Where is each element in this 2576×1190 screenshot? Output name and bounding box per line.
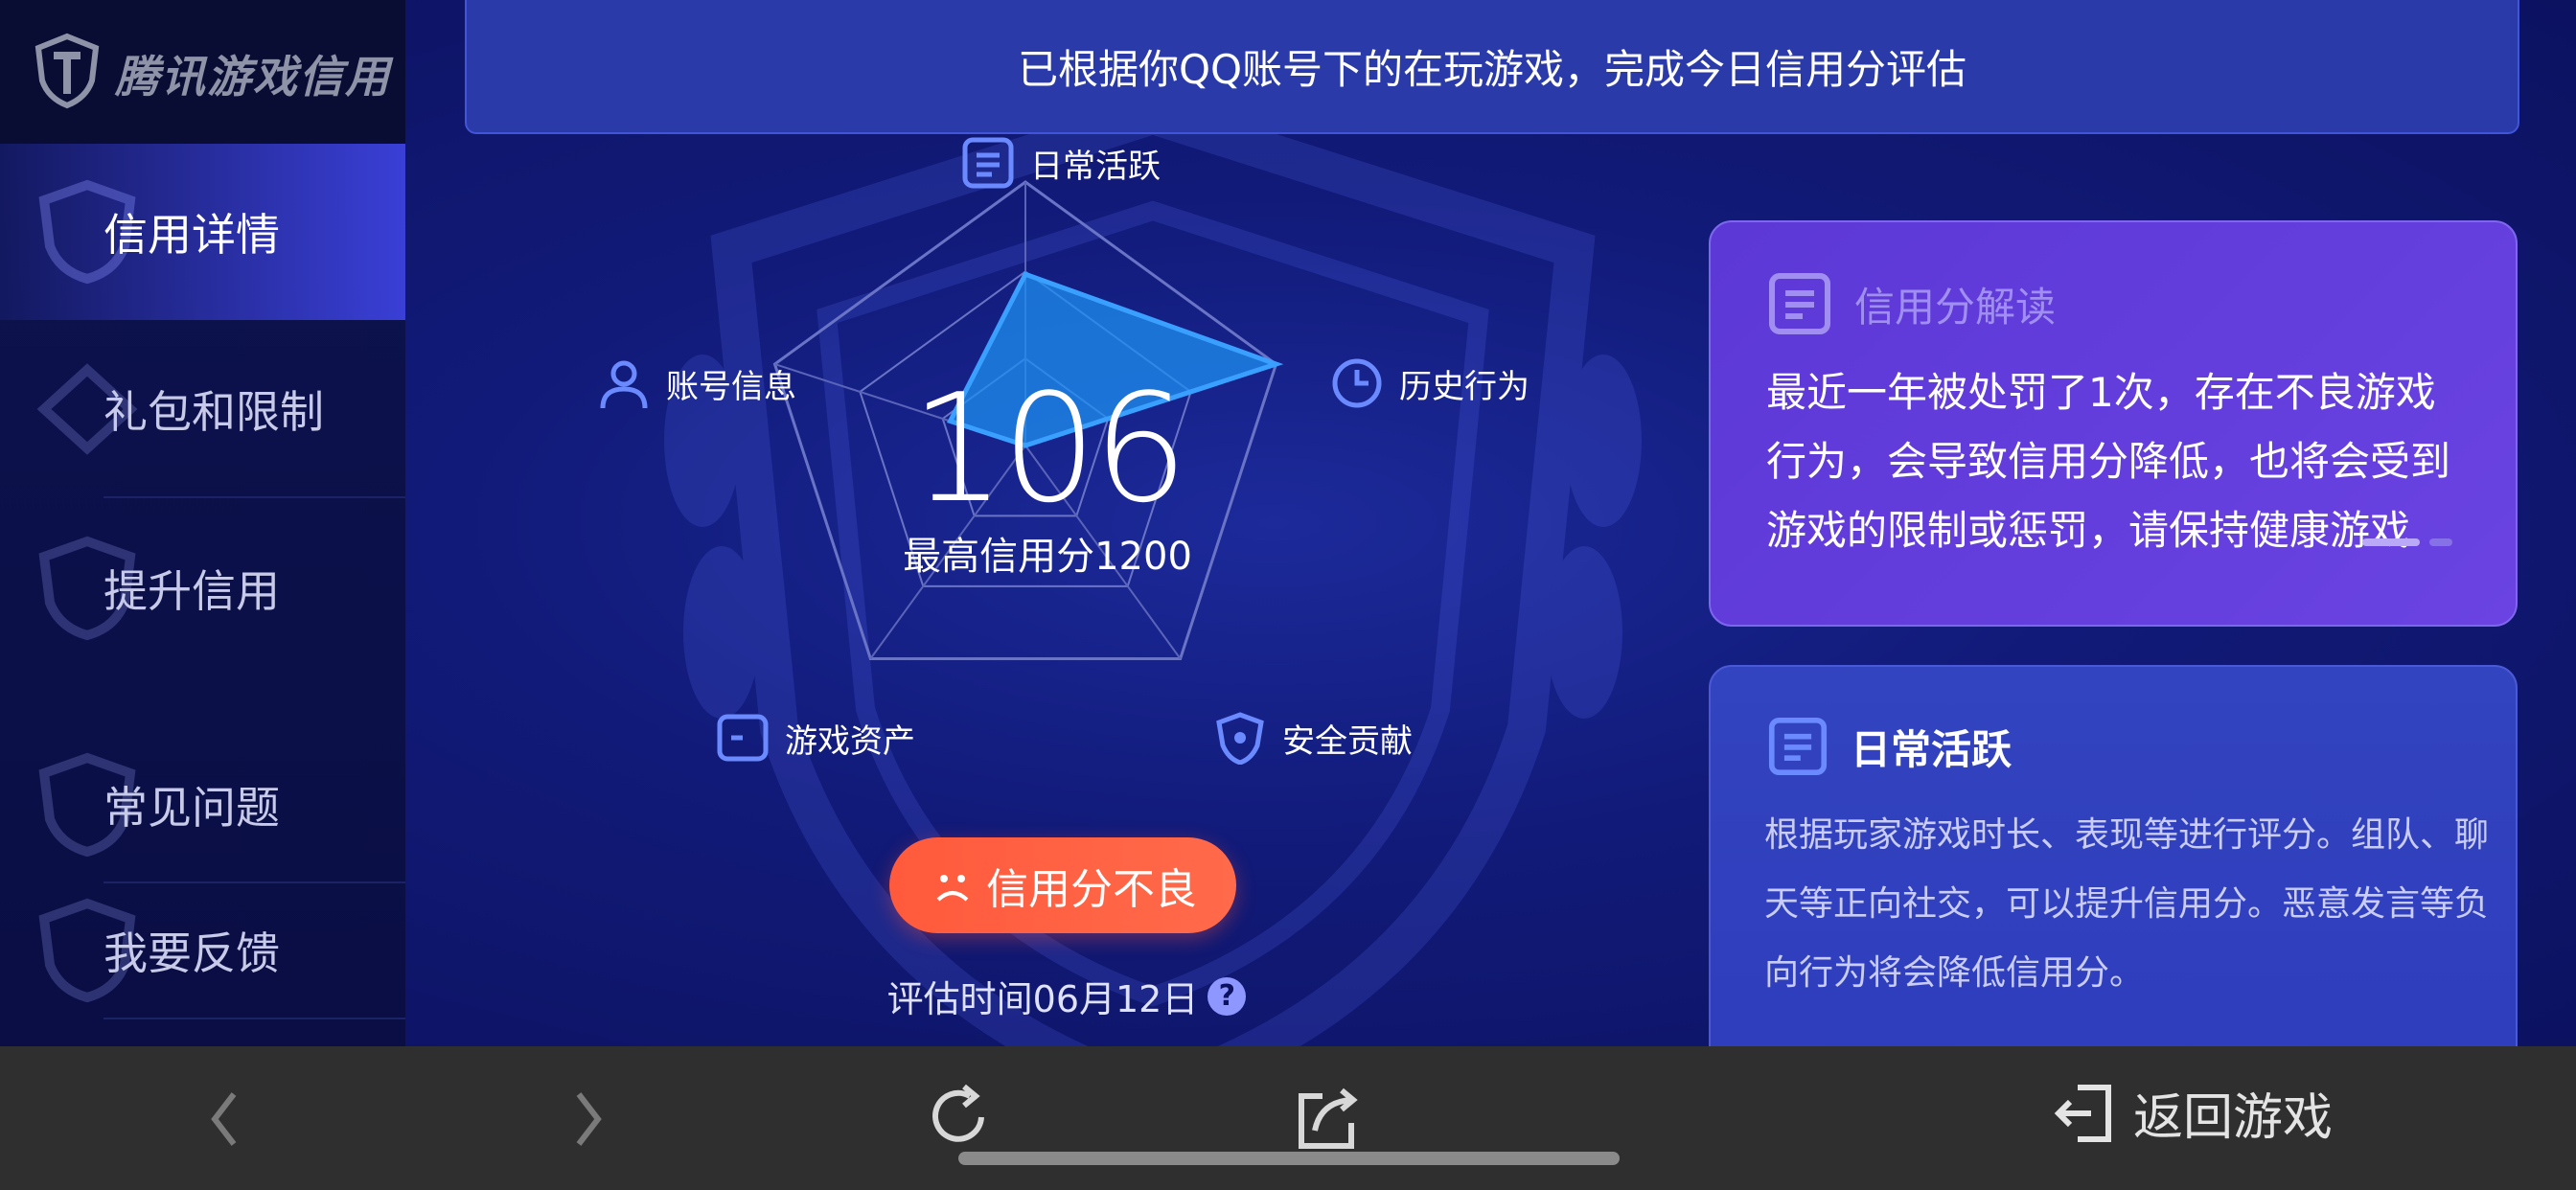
document-icon	[1769, 273, 1830, 334]
forward-arrow-icon[interactable]	[565, 1081, 611, 1157]
sidebar-item-improve-credit[interactable]: 提升信用	[0, 500, 405, 676]
credit-score: 106	[910, 361, 1188, 536]
dimension-detail-card: 日常活跃 根据玩家游戏时长、表现等进行评分。组队、聊天等正向社交，可以提升信用分…	[1709, 665, 2518, 1046]
assessment-banner: 已根据你QQ账号下的在玩游戏，完成今日信用分评估	[465, 0, 2519, 134]
back-arrow-icon[interactable]	[201, 1081, 247, 1157]
help-icon[interactable]: ?	[1208, 976, 1247, 1016]
pagination-dots[interactable]	[2362, 538, 2452, 546]
sidebar-item-feedback[interactable]: 我要反馈	[0, 883, 405, 1018]
sidebar-item-faq[interactable]: 常见问题	[0, 728, 405, 881]
sidebar-item-label: 常见问题	[104, 782, 280, 834]
brand-name: 腾讯游戏信用	[115, 51, 391, 103]
radar-label-history: 历史行为	[1330, 356, 1530, 410]
document-icon	[962, 137, 1014, 189]
sidebar-item-label: 提升信用	[104, 565, 280, 617]
page-dot-active[interactable]	[2362, 538, 2420, 546]
brand-header: 腾讯游戏信用	[0, 0, 405, 144]
radar-label-account-info: 账号信息	[597, 356, 796, 410]
sidebar-item-credit-details[interactable]: 信用详情	[0, 144, 405, 320]
radar-label-security: 安全贡献	[1213, 711, 1413, 765]
sidebar-item-gifts-and-limits[interactable]: 礼包和限制	[0, 321, 405, 497]
exit-icon	[2054, 1084, 2111, 1142]
radar-label-daily-active: 日常活跃	[961, 136, 1161, 190]
sidebar-divider	[104, 496, 405, 498]
card-title: 日常活跃	[1768, 717, 2012, 776]
sidebar-item-label: 信用详情	[104, 209, 280, 261]
radar-label-game-assets: 游戏资产	[716, 711, 915, 765]
clock-icon	[1332, 358, 1382, 408]
max-score-label: 最高信用分1200	[903, 535, 1192, 579]
page-dot[interactable]	[2429, 538, 2452, 546]
sidebar-item-label: 礼包和限制	[104, 386, 324, 438]
shield-icon	[1216, 712, 1264, 765]
wallet-icon	[717, 714, 769, 762]
share-icon[interactable]	[1294, 1081, 1361, 1154]
sidebar-divider	[104, 1018, 405, 1019]
sidebar: 腾讯游戏信用 信用详情 礼包和限制 提升信用 常见问题 我要反馈	[0, 0, 405, 1046]
credit-status-badge: 信用分不良	[889, 837, 1236, 933]
credit-interpretation-card: 信用分解读 最近一年被处罚了1次，存在不良游戏行为，会导致信用分降低，也将会受到…	[1709, 220, 2518, 627]
user-icon	[600, 360, 648, 409]
interpretation-text: 最近一年被处罚了1次，存在不良游戏行为，会导致信用分降低，也将会受到游戏的限制或…	[1766, 369, 2451, 554]
refresh-icon[interactable]	[922, 1081, 995, 1154]
card-title: 信用分解读	[1768, 272, 2056, 335]
main-content: 已根据你QQ账号下的在玩游戏，完成今日信用分评估 日常活跃 历史行为 安全贡献 …	[405, 0, 2576, 1046]
home-indicator[interactable]	[958, 1152, 1620, 1165]
document-icon	[1768, 717, 1828, 776]
brand-shield-logo	[34, 33, 100, 109]
evaluation-time: 评估时间06月12日 ?	[865, 970, 1268, 1022]
return-to-game-button[interactable]: 返回游戏	[2051, 1077, 2333, 1149]
sad-face-icon	[936, 875, 969, 902]
browser-toolbar: 返回游戏	[0, 1046, 2576, 1190]
sidebar-item-label: 我要反馈	[104, 927, 280, 979]
detail-text: 根据玩家游戏时长、表现等进行评分。组队、聊天等正向社交，可以提升信用分。恶意发言…	[1764, 815, 2490, 993]
